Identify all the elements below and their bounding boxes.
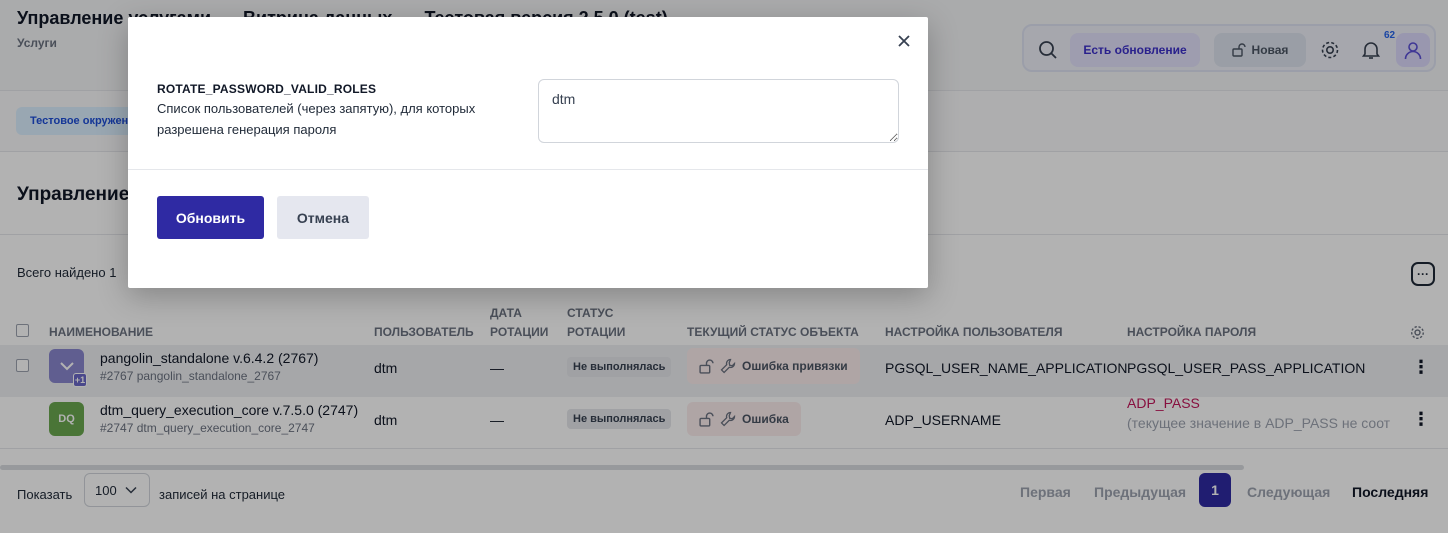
close-icon[interactable]: [894, 31, 914, 51]
update-button[interactable]: Обновить: [157, 196, 264, 239]
modal-divider: [128, 169, 928, 170]
cancel-button[interactable]: Отмена: [277, 196, 369, 239]
parameter-name: ROTATE_PASSWORD_VALID_ROLES: [157, 82, 377, 96]
edit-parameter-modal: ROTATE_PASSWORD_VALID_ROLES Список польз…: [128, 17, 928, 288]
parameter-description: Список пользователей (через запятую), дл…: [157, 101, 476, 137]
parameter-value-input[interactable]: dtm: [538, 79, 899, 143]
